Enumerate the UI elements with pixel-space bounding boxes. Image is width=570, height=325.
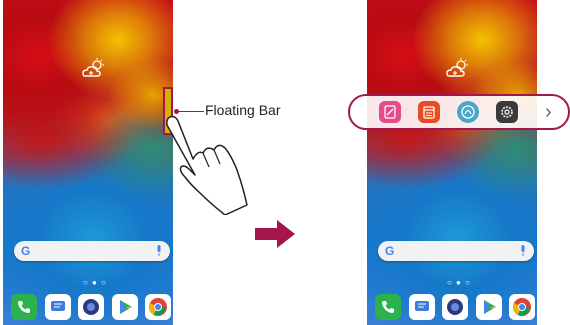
hand-swipe-icon [166,115,248,215]
chrome-app-icon[interactable] [509,294,535,320]
camera-app-icon[interactable] [78,294,104,320]
chevron-right-icon[interactable]: › [545,100,552,124]
calendar-icon [423,106,435,119]
mic-icon[interactable] [156,245,162,257]
chrome-app-icon[interactable] [145,294,171,320]
camera-icon [83,299,99,315]
app-icon [461,105,475,119]
dock [11,294,171,322]
google-logo: G [385,244,395,258]
page-indicator: ○ ● ○ [447,278,471,287]
floating-bar-item-settings[interactable] [496,101,518,123]
mic-icon[interactable] [520,245,526,257]
play-store-icon [119,300,132,314]
callout-line [176,111,204,112]
chrome-icon [149,298,167,316]
messages-app-icon[interactable] [408,294,435,320]
phone-screen-before: G ○ ● ○ [3,0,173,325]
phone-screen-after: G ○ ● ○ [367,0,537,325]
camera-icon [447,299,463,315]
play-store-app-icon[interactable] [475,294,502,320]
play-store-icon [483,300,496,314]
weather-icon [82,58,104,77]
phone-icon [18,301,30,313]
settings-icon [501,106,513,118]
phone-app-icon[interactable] [11,294,37,320]
play-store-app-icon[interactable] [111,294,138,320]
dock [375,294,535,322]
messages-icon [50,301,65,311]
search-bar[interactable]: G [378,241,534,261]
arrow-right-icon [255,220,295,248]
messages-icon [414,301,429,311]
search-bar[interactable]: G [14,241,170,261]
camera-app-icon[interactable] [442,294,468,320]
phone-icon [382,301,394,313]
chrome-icon [513,298,531,316]
weather-icon [446,58,468,77]
phone-app-icon[interactable] [375,294,401,320]
messages-app-icon[interactable] [44,294,71,320]
floating-bar-item-note[interactable] [379,101,401,123]
floating-bar-item-app[interactable] [457,101,479,123]
note-icon [384,105,396,119]
google-logo: G [21,244,31,258]
floating-bar: › [348,94,570,130]
floating-bar-item-calendar[interactable] [418,101,440,123]
page-indicator: ○ ● ○ [83,278,107,287]
